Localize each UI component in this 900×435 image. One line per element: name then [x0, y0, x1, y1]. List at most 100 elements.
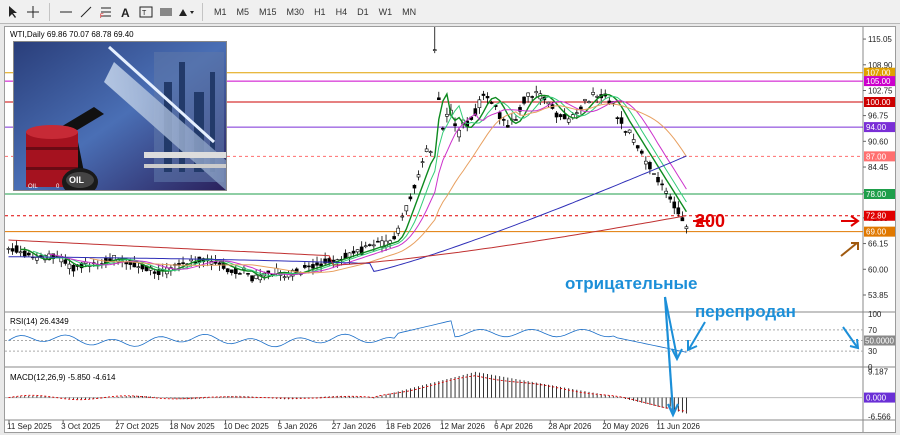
oversold-annotation: перепродан	[695, 302, 796, 321]
rect-icon[interactable]	[156, 2, 176, 22]
candle-body	[664, 190, 668, 194]
cursor-icon[interactable]	[3, 2, 23, 22]
candle-body	[660, 183, 664, 186]
oil-illustration: OIL OIL 0	[13, 41, 227, 191]
toolbar-separator	[49, 2, 50, 21]
level-price-text: 105.00	[866, 77, 891, 86]
candle-body	[432, 49, 437, 51]
arrow-right-red	[841, 215, 860, 227]
fib-icon[interactable]: F	[96, 2, 116, 22]
candle-body	[396, 227, 401, 234]
candle-body	[522, 96, 526, 104]
candle-body	[392, 236, 396, 240]
candle-body	[591, 92, 595, 95]
timeframe-mn[interactable]: MN	[397, 2, 421, 22]
arrow-upright-brown	[840, 242, 859, 257]
date-label: 3 Oct 2025	[61, 422, 101, 431]
price-tick-label: 102.75	[868, 87, 893, 96]
text-icon[interactable]: A	[116, 2, 136, 22]
rsi-line	[8, 320, 687, 353]
hline-icon[interactable]	[56, 2, 76, 22]
candle-body	[6, 248, 11, 250]
candle-body	[644, 160, 648, 165]
candle-body	[526, 92, 530, 97]
timeframe-m5[interactable]: M5	[232, 2, 255, 22]
rsi-value-label: 50.0000	[865, 337, 894, 346]
arrow-oversold	[688, 321, 706, 350]
rsi-tick-label: 100	[868, 310, 882, 319]
candle-body	[445, 113, 449, 117]
terminal-window: F A T M1 M5 M15 M30 H1 H4 D1 W1 MN 115.05 108.90 1…	[0, 0, 900, 435]
candle-body	[534, 91, 539, 94]
candle-body	[124, 261, 129, 265]
toolbar-separator	[202, 2, 203, 21]
price-tick-label: 53.85	[868, 291, 889, 300]
price-tick-label: 60.00	[868, 265, 889, 274]
trendline-icon[interactable]	[76, 2, 96, 22]
svg-text:F: F	[100, 14, 104, 19]
candle-body	[108, 258, 112, 261]
candle-body	[481, 93, 486, 96]
candle-body	[367, 244, 372, 246]
candle-body	[566, 118, 571, 123]
candle-body	[408, 196, 413, 200]
level-price-text: 78.00	[866, 190, 887, 199]
candle-body	[587, 101, 591, 103]
svg-text:T: T	[142, 10, 147, 17]
candle-body	[303, 265, 307, 268]
candle-body	[562, 114, 567, 120]
timeframe-m1[interactable]: M1	[209, 2, 232, 22]
candle-body	[416, 174, 421, 178]
candle-body	[575, 112, 579, 114]
price-chart[interactable]: 115.05108.90102.7596.7590.6084.4578.3072…	[4, 26, 896, 433]
date-label: 18 Nov 2025	[169, 422, 215, 431]
timeframe-h1[interactable]: H1	[309, 2, 331, 22]
candle-body	[18, 251, 23, 254]
candle-body	[250, 275, 254, 282]
svg-text:A: A	[121, 6, 130, 19]
candle-body	[485, 96, 490, 99]
candle-body	[246, 273, 250, 275]
shapes-icon[interactable]	[176, 2, 196, 22]
symbol-info: WTI,Daily 69.86 70.07 68.78 69.40	[10, 30, 134, 39]
candle-body	[355, 249, 360, 253]
date-label: 11 Sep 2025	[7, 422, 52, 431]
candle-body	[639, 150, 644, 154]
timeframe-m15[interactable]: M15	[254, 2, 282, 22]
candle-body	[221, 263, 226, 269]
date-label: 6 Apr 2026	[494, 422, 533, 431]
date-label: 20 May 2026	[602, 422, 649, 431]
level-price-text: 69.00	[866, 228, 887, 237]
timeframe-h4[interactable]: H4	[331, 2, 353, 22]
date-label: 11 Jun 2026	[657, 422, 701, 431]
date-label: 12 Mar 2026	[440, 422, 485, 431]
candle-body	[595, 96, 599, 98]
candle-body	[424, 148, 429, 152]
candle-body	[22, 250, 27, 257]
candle-body	[319, 263, 323, 267]
timeframe-d1[interactable]: D1	[352, 2, 374, 22]
candle-body	[583, 99, 587, 102]
timeframe-m30[interactable]: M30	[282, 2, 310, 22]
candle-body	[217, 262, 222, 265]
crosshair-icon[interactable]	[23, 2, 43, 22]
negative-annotation: отрицательные	[565, 274, 698, 293]
candle-body	[307, 265, 311, 268]
candle-body	[254, 274, 258, 279]
candle-body	[181, 262, 185, 264]
price-tick-label: 90.60	[868, 137, 889, 146]
candle-body	[514, 119, 518, 121]
timeframe-w1[interactable]: W1	[374, 2, 398, 22]
candle-body	[311, 264, 315, 269]
level-price-text: 72.80	[866, 212, 887, 221]
candle-body	[404, 205, 409, 212]
price-tick-label: 66.15	[868, 240, 889, 249]
candle-body	[652, 173, 656, 175]
candle-body	[441, 127, 445, 130]
candle-body	[579, 106, 583, 110]
label-icon[interactable]: T	[136, 2, 156, 22]
candle-body	[648, 162, 652, 170]
candle-body	[234, 268, 238, 275]
date-label: 5 Jan 2026	[278, 422, 318, 431]
candle-body	[35, 257, 39, 261]
